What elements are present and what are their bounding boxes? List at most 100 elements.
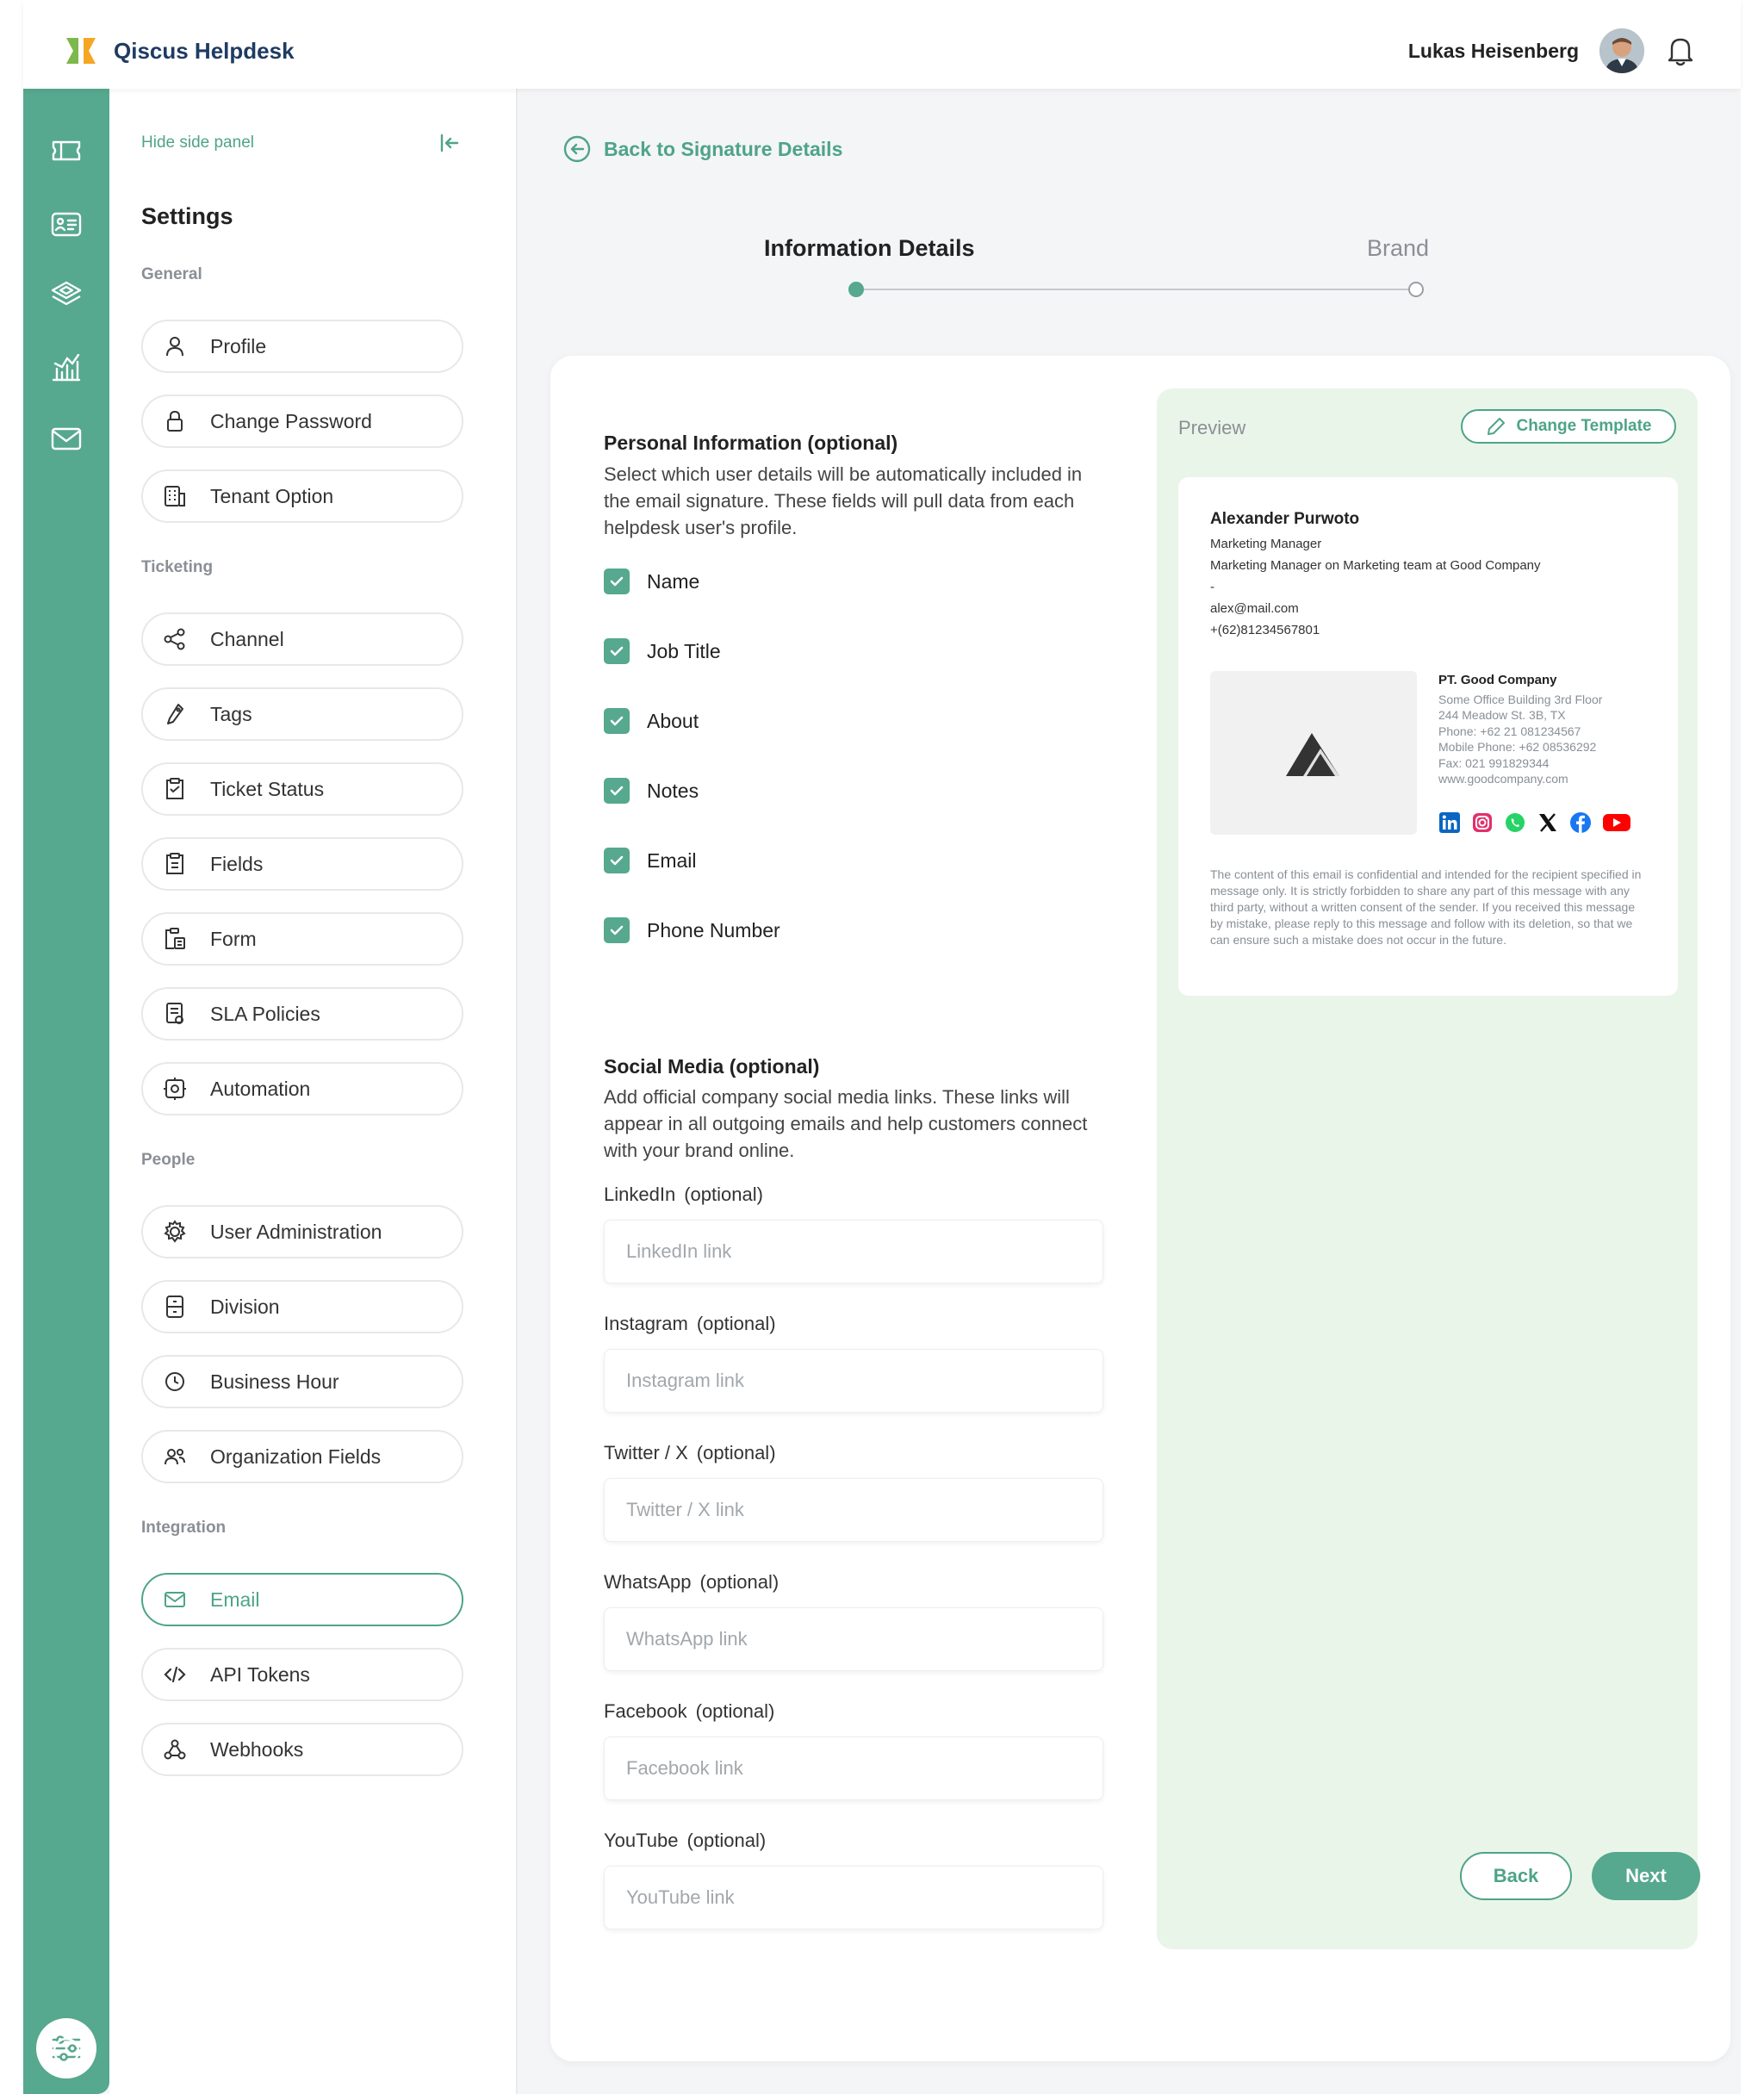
nav-item-change-password[interactable]: Change Password	[141, 395, 463, 448]
checkbox-name[interactable]: Name	[604, 569, 699, 594]
change-template-button[interactable]: Change Template	[1461, 409, 1676, 444]
checkbox-email[interactable]: Email	[604, 848, 697, 873]
facebook-input[interactable]	[604, 1737, 1103, 1800]
next-button[interactable]: Next	[1592, 1852, 1700, 1900]
facebook-label: Facebook (optional)	[604, 1700, 775, 1722]
nav-label: API Tokens	[210, 1662, 310, 1686]
power-icon[interactable]	[49, 2033, 84, 2067]
twitter-label: Twitter / X (optional)	[604, 1442, 776, 1463]
nav-item-form[interactable]: Form	[141, 912, 463, 966]
icon-rail	[23, 89, 109, 2094]
checkbox-job-title[interactable]: Job Title	[604, 638, 721, 664]
instagram-icon	[1471, 811, 1494, 834]
step-dot-inactive	[1408, 282, 1424, 297]
linkedin-icon	[1438, 811, 1461, 834]
signature-line: Marketing Manager on Marketing team at G…	[1210, 558, 1541, 573]
app-title: Qiscus Helpdesk	[114, 38, 295, 64]
social-media-description: Add official company social media links.…	[604, 1086, 1088, 1161]
nav-label: Webhooks	[210, 1737, 304, 1761]
automation-icon	[162, 1076, 188, 1102]
twitter-input[interactable]	[604, 1478, 1103, 1542]
nav-item-business-hour[interactable]: Business Hour	[141, 1355, 463, 1408]
mail-icon[interactable]	[49, 421, 84, 456]
checkbox-label: Email	[647, 848, 697, 872]
nav-item-tags[interactable]: Tags	[141, 687, 463, 741]
facebook-icon	[1569, 811, 1592, 834]
clipboard-icon	[162, 776, 188, 802]
instagram-label: Instagram (optional)	[604, 1313, 776, 1334]
checkbox-about[interactable]: About	[604, 708, 699, 734]
whatsapp-input[interactable]	[604, 1607, 1103, 1671]
preview-panel: Preview Change Template Alexander Purwot…	[1157, 388, 1698, 1949]
preview-label: Preview	[1178, 417, 1246, 438]
nav-item-fields[interactable]: Fields	[141, 837, 463, 891]
signature-card: Alexander Purwoto Marketing Manager Mark…	[1178, 477, 1678, 996]
nav-item-webhooks[interactable]: Webhooks	[141, 1723, 463, 1776]
company-line: Some Office Building 3rd Floor	[1438, 693, 1603, 706]
checkbox-label: Notes	[647, 779, 699, 802]
signature-line: +(62)81234567801	[1210, 623, 1320, 637]
ticket-icon[interactable]	[49, 134, 84, 168]
collapse-panel-icon[interactable]	[438, 132, 461, 154]
whatsapp-label: WhatsApp (optional)	[604, 1571, 780, 1593]
step-brand[interactable]: Brand	[1367, 235, 1429, 262]
linkedin-input[interactable]	[604, 1220, 1103, 1283]
nav-item-channel[interactable]: Channel	[141, 612, 463, 666]
nav-label: Division	[210, 1295, 280, 1318]
checkbox-phone-number[interactable]: Phone Number	[604, 917, 780, 943]
nav-label: Automation	[210, 1077, 311, 1100]
back-to-signature-details-link[interactable]: Back to Signature Details	[562, 134, 842, 164]
step-information-details[interactable]: Information Details	[764, 235, 975, 262]
webhook-icon	[162, 1737, 188, 1762]
nav-label: User Administration	[210, 1220, 382, 1243]
back-arrow-circle-icon	[562, 134, 592, 164]
step-dot-active	[848, 282, 864, 297]
nav-item-user-administration[interactable]: User Administration	[141, 1205, 463, 1258]
section-label-general: General	[141, 265, 202, 283]
app-root: Qiscus Helpdesk Lukas Heisenberg Hide si…	[23, 0, 1741, 2094]
nav-item-sla-policies[interactable]: SLA Policies	[141, 987, 463, 1041]
division-icon	[162, 1294, 188, 1320]
nav-item-tenant-option[interactable]: Tenant Option	[141, 469, 463, 523]
document-icon	[162, 1001, 188, 1027]
checkbox-checked-icon	[604, 917, 630, 943]
analytics-icon[interactable]	[49, 350, 84, 384]
notification-bell-icon[interactable]	[1665, 34, 1696, 67]
nav-label: Organization Fields	[210, 1445, 382, 1468]
mail-icon	[162, 1587, 188, 1612]
clipboard-list-icon	[162, 851, 188, 877]
contact-card-icon[interactable]	[49, 207, 84, 241]
checkbox-label: Phone Number	[647, 918, 780, 941]
instagram-input[interactable]	[604, 1349, 1103, 1413]
code-icon	[162, 1662, 188, 1687]
signature-line: alex@mail.com	[1210, 601, 1299, 616]
signature-disclaimer: The content of this email is confidentia…	[1210, 867, 1642, 947]
avatar[interactable]	[1599, 28, 1644, 73]
nav-item-email[interactable]: Email	[141, 1573, 463, 1626]
youtube-input[interactable]	[604, 1866, 1103, 1929]
nav-item-ticket-status[interactable]: Ticket Status	[141, 762, 463, 816]
users-icon	[162, 1444, 188, 1470]
back-button[interactable]: Back	[1460, 1852, 1572, 1900]
nav-item-organization-fields[interactable]: Organization Fields	[141, 1430, 463, 1483]
nav-item-api-tokens[interactable]: API Tokens	[141, 1648, 463, 1701]
nav-label: Profile	[210, 334, 267, 357]
main-content: Back to Signature Details Information De…	[518, 89, 1741, 2094]
nav-item-automation[interactable]: Automation	[141, 1062, 463, 1115]
user-name[interactable]: Lukas Heisenberg	[1408, 40, 1579, 63]
nav-item-division[interactable]: Division	[141, 1280, 463, 1333]
checkbox-checked-icon	[604, 778, 630, 804]
section-label-people: People	[141, 1151, 196, 1169]
hide-side-panel-link[interactable]: Hide side panel	[141, 134, 254, 152]
checkbox-checked-icon	[604, 569, 630, 594]
whatsapp-icon	[1504, 811, 1526, 834]
nav-item-profile[interactable]: Profile	[141, 320, 463, 373]
layers-icon[interactable]	[49, 278, 84, 313]
checkbox-notes[interactable]: Notes	[604, 778, 699, 804]
youtube-label: YouTube (optional)	[604, 1830, 767, 1851]
change-template-label: Change Template	[1516, 417, 1652, 435]
form-icon	[162, 926, 188, 952]
pencil-icon	[1486, 416, 1506, 437]
company-line: www.goodcompany.com	[1438, 772, 1568, 786]
checkbox-checked-icon	[604, 848, 630, 873]
